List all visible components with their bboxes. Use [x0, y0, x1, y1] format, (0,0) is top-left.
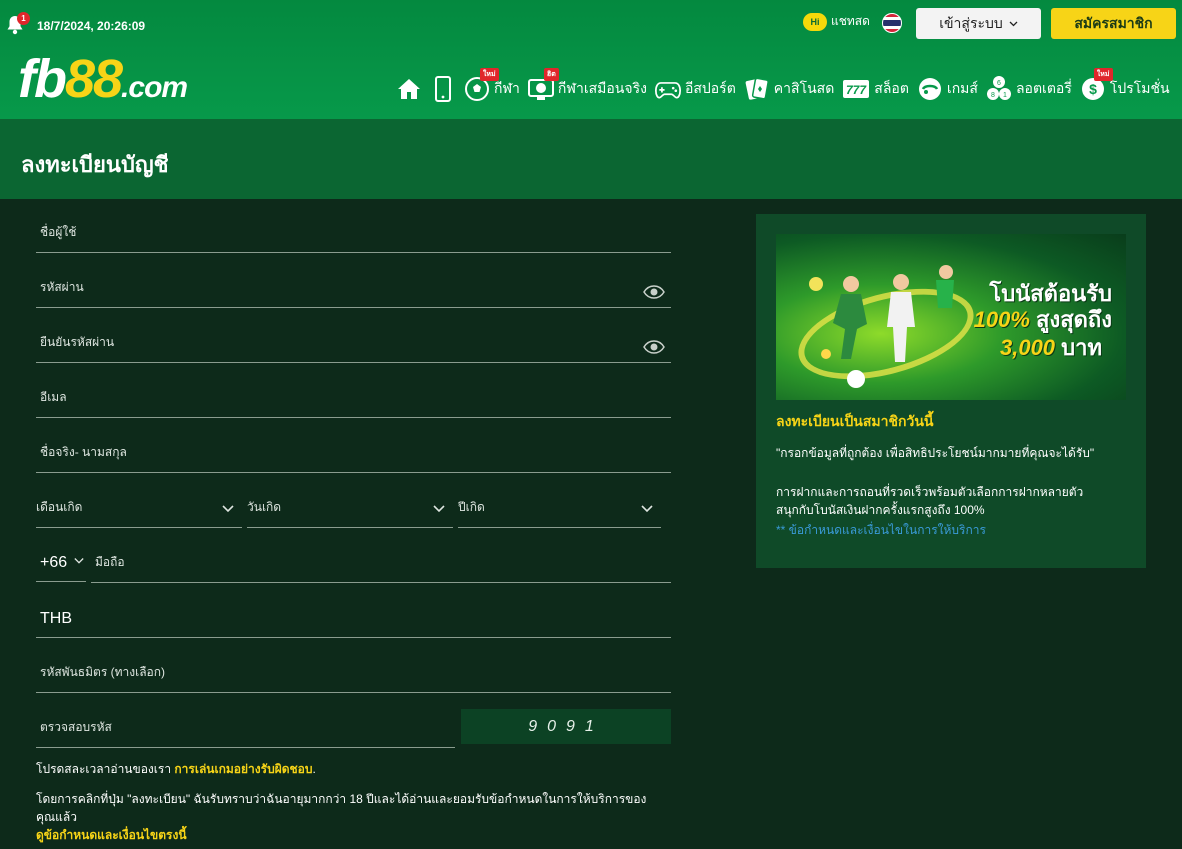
nav-slots[interactable]: 777 สล็อต	[842, 72, 909, 106]
login-label: เข้าสู่ระบบ	[939, 14, 1003, 31]
nav-esports[interactable]: อีสปอร์ต	[654, 72, 736, 106]
thai-flag-icon[interactable]	[882, 13, 902, 33]
chevron-down-icon	[1009, 21, 1018, 26]
gamepad-icon	[654, 76, 681, 102]
chevron-down-icon	[222, 505, 234, 513]
chevron-down-icon	[433, 505, 445, 513]
phone-code: +66	[40, 554, 68, 571]
captcha-input[interactable]: ตรวจสอบรหัส	[36, 712, 455, 748]
nav-virtual-sports[interactable]: ฮิต กีฬาเสมือนจริง	[527, 68, 647, 106]
chat-label: แชทสด	[831, 14, 870, 28]
svg-text:6: 6	[997, 80, 1001, 87]
players-illustration	[809, 265, 954, 388]
nav-games[interactable]: เกมส์	[917, 72, 978, 106]
email-placeholder: อีเมล	[40, 390, 67, 404]
site-header: 1 18/7/2024, 20:26:09 Hi แชทสด เข้าสู่ระ…	[0, 0, 1182, 119]
username-field[interactable]: ชื่อผู้ใช้	[36, 217, 671, 253]
phone-field[interactable]: มือถือ	[91, 547, 671, 583]
phone-placeholder: มือถือ	[95, 555, 125, 569]
confirm-password-placeholder: ยืนยันรหัสผ่าน	[40, 335, 115, 349]
currency-field[interactable]: THB	[36, 602, 671, 638]
lottery-balls-icon: 68 1	[986, 76, 1012, 102]
eye-icon[interactable]	[643, 285, 665, 299]
birth-year-label: ปีเกิด	[458, 500, 485, 514]
confirm-password-field[interactable]: ยืนยันรหัสผ่าน	[36, 327, 671, 363]
panel-title: ลงทะเบียนเป็นสมาชิกวันนี้	[776, 413, 934, 429]
svg-text:8: 8	[991, 92, 995, 99]
nav-label: เกมส์	[946, 80, 978, 96]
referral-placeholder: รหัสพันธมิตร (ทางเลือก)	[40, 665, 166, 679]
referral-code-field[interactable]: รหัสพันธมิตร (ทางเลือก)	[36, 657, 671, 693]
home-icon	[396, 76, 422, 102]
password-placeholder: รหัสผ่าน	[40, 280, 84, 294]
nav-label: กีฬา	[494, 80, 520, 96]
nav-label: กีฬาเสมือนจริง	[557, 80, 647, 96]
terms-note: โดยการคลิกที่ปุ่ม "ลงทะเบียน" ฉันรับทราบ…	[36, 790, 671, 844]
nav-mobile[interactable]	[430, 72, 456, 106]
notification-badge: 1	[17, 12, 30, 25]
phone-code-select[interactable]: +66	[36, 546, 86, 582]
nav-promotions[interactable]: $ ใหม่ โปรโมชั่น	[1080, 68, 1170, 106]
nav-label: โปรโมชั่น	[1109, 80, 1170, 96]
page-title: ลงทะเบียนบัญชี	[21, 152, 169, 177]
nav-label: อีสปอร์ต	[684, 80, 736, 96]
login-button[interactable]: เข้าสู่ระบบ	[916, 8, 1041, 39]
responsible-gaming-link[interactable]: การเล่นเกมอย่างรับผิดชอบ	[174, 762, 312, 776]
username-placeholder: ชื่อผู้ใช้	[40, 225, 77, 239]
nav-live-casino[interactable]: คาสิโนสด	[744, 72, 835, 106]
chevron-down-icon	[641, 505, 653, 513]
game-icon	[917, 76, 943, 102]
captcha-placeholder: ตรวจสอบรหัส	[40, 720, 112, 734]
page-title-bar: ลงทะเบียนบัญชี	[0, 119, 1182, 199]
nav-label: สล็อต	[874, 80, 909, 96]
responsible-gaming-note: โปรดสละเวลาอ่านของเรา การเล่นเกมอย่างรับ…	[36, 762, 316, 776]
birth-day-label: วันเกิด	[247, 500, 282, 514]
password-field[interactable]: รหัสผ่าน	[36, 272, 671, 308]
panel-quote: "กรอกข้อมูลที่ถูกต้อง เพื่อสิทธิประโยชน์…	[776, 446, 1095, 460]
chevron-down-icon	[74, 558, 84, 564]
birth-month-select[interactable]: เดือนเกิด	[36, 492, 242, 528]
currency-value: THB	[40, 610, 72, 627]
nav-lottery[interactable]: 68 1 ลอตเตอรี่	[986, 72, 1072, 106]
terms-of-service-link[interactable]: ** ข้อกำหนดและเงื่อนไขในการให้บริการ	[776, 521, 986, 540]
main-nav: ใหม่ กีฬา ฮิต กีฬาเสมือนจริง อีสปอร์ต คา…	[396, 68, 1178, 106]
nav-sports[interactable]: ใหม่ กีฬา	[464, 68, 520, 106]
chat-icon: Hi	[803, 12, 827, 31]
birth-month-label: เดือนเกิด	[36, 500, 83, 514]
nav-home[interactable]	[396, 72, 422, 106]
nav-badge-new: ใหม่	[1093, 68, 1113, 81]
nav-badge-hot: ฮิต	[543, 68, 559, 81]
mobile-icon	[430, 76, 456, 102]
fullname-field[interactable]: ชื่อจริง- นามสกุล	[36, 437, 671, 473]
birth-day-select[interactable]: วันเกิด	[247, 492, 453, 528]
welcome-bonus-banner[interactable]: โบนัสต้อนรับ 100% สูงสุดถึง 3,000 บาท	[776, 234, 1126, 400]
eye-icon[interactable]	[643, 340, 665, 354]
slot-777-icon: 777	[842, 76, 870, 102]
site-logo[interactable]: fb88.com	[18, 52, 188, 115]
terms-link[interactable]: ดูข้อกำหนดและเงื่อนไขตรงนี้	[36, 826, 671, 844]
banner-line3: 3,000 บาท	[999, 335, 1102, 360]
live-chat-link[interactable]: Hi แชทสด	[803, 12, 870, 31]
register-button[interactable]: สมัครสมาชิก	[1051, 8, 1176, 39]
nav-label: ลอตเตอรี่	[1015, 80, 1072, 96]
email-field[interactable]: อีเมล	[36, 382, 671, 418]
fullname-placeholder: ชื่อจริง- นามสกุล	[40, 445, 127, 459]
birth-year-select[interactable]: ปีเกิด	[458, 492, 661, 528]
svg-text:1: 1	[1003, 92, 1007, 99]
panel-text: การฝากและการถอนที่รวดเร็วพร้อมตัวเลือกกา…	[776, 485, 1084, 517]
nav-label: คาสิโนสด	[773, 80, 835, 96]
captcha-image[interactable]: 9091	[461, 709, 671, 744]
svg-text:777: 777	[846, 83, 867, 97]
cards-icon	[744, 76, 770, 102]
datetime: 18/7/2024, 20:26:09	[37, 19, 146, 33]
nav-badge-new: ใหม่	[480, 68, 499, 81]
promo-panel: โบนัสต้อนรับ 100% สูงสุดถึง 3,000 บาท ลง…	[756, 214, 1146, 568]
svg-text:$: $	[1089, 81, 1097, 97]
